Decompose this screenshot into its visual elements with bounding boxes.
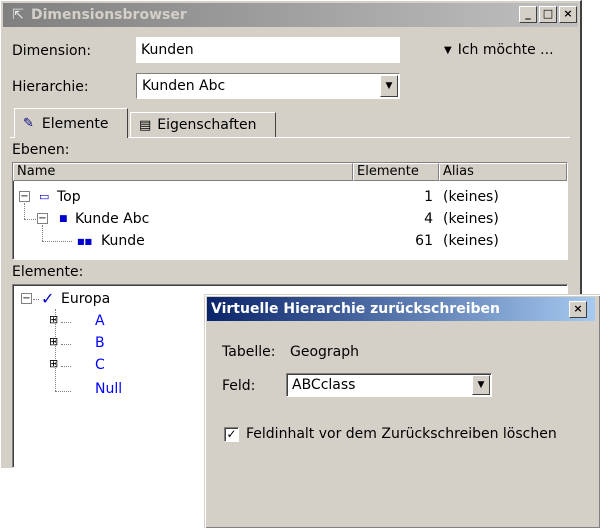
main-window-title: Dimensionsbrowser xyxy=(31,7,187,23)
collapse-icon[interactable]: − xyxy=(21,293,32,304)
expand-icon[interactable]: ⊞ xyxy=(49,335,58,348)
column-header-alias[interactable]: Alias xyxy=(439,163,567,181)
dialog-title-bar[interactable]: Virtuelle Hierarchie zurückschreiben × xyxy=(207,297,595,321)
close-button[interactable]: × xyxy=(559,6,577,23)
ich-moechte-menu[interactable]: ▼ Ich möchte ... xyxy=(444,42,554,58)
main-title-bar[interactable]: ⇱ Dimensionsbrowser _ □ × xyxy=(3,3,578,27)
level-kunde-abc-icon: ■ xyxy=(59,214,68,224)
tab-elemente-label: Elemente xyxy=(41,115,109,132)
dropdown-arrow-icon: ▼ xyxy=(444,44,452,56)
level-name: Kunde xyxy=(101,233,145,249)
tree-item-label: C xyxy=(95,357,105,373)
table-row[interactable]: − ■ Kunde Abc 4 (keines) xyxy=(13,203,567,231)
tab-eigenschaften[interactable]: ▤ Eigenschaften xyxy=(130,112,276,137)
column-header-elemente[interactable]: Elemente xyxy=(353,163,439,181)
level-kunde-icon: ■■ xyxy=(77,237,93,246)
elements-label: Elemente: xyxy=(12,264,84,280)
dimension-label: Dimension: xyxy=(12,43,92,59)
level-name: Kunde Abc xyxy=(75,211,150,227)
tab-eigenschaften-label: Eigenschaften xyxy=(157,117,257,133)
level-top-icon: ▭ xyxy=(39,190,50,203)
writeback-dialog xyxy=(204,294,600,528)
dimension-value: Kunden xyxy=(136,37,400,63)
level-name: Top xyxy=(57,189,81,205)
properties-icon: ▤ xyxy=(139,117,152,133)
table-row[interactable]: ■■ Kunde 61 (keines) xyxy=(13,225,567,253)
level-alias: (keines) xyxy=(443,189,499,205)
tree-item-label: A xyxy=(95,313,105,329)
levels-table[interactable]: Name Elemente Alias − ▭ Top 1 (keines) −… xyxy=(12,162,568,260)
column-header-name[interactable]: Name xyxy=(13,163,353,181)
field-dropdown-button[interactable]: ▼ xyxy=(472,375,490,395)
tree-item-label: B xyxy=(95,335,105,351)
pin-icon: ✎ xyxy=(23,116,34,131)
clear-field-checkbox[interactable]: ✓ xyxy=(224,426,239,442)
field-value: ABCclass xyxy=(292,377,356,393)
level-count: 61 xyxy=(415,233,433,249)
dialog-close-button[interactable]: × xyxy=(569,301,587,318)
collapse-icon[interactable]: − xyxy=(19,191,30,202)
expand-icon[interactable]: ⊞ xyxy=(49,357,58,370)
chevron-down-icon: ▼ xyxy=(385,81,393,91)
collapse-icon[interactable]: − xyxy=(37,213,48,224)
tree-item-europa[interactable]: − ✓ Europa xyxy=(21,289,221,311)
dialog-title: Virtuelle Hierarchie zurückschreiben xyxy=(211,301,500,317)
hierarchy-value: Kunden Abc xyxy=(142,78,226,94)
ich-moechte-label: Ich möchte ... xyxy=(457,42,554,58)
table-value: Geograph xyxy=(290,344,360,360)
level-count: 4 xyxy=(424,211,433,227)
tree-item-label: Europa xyxy=(61,291,111,307)
tree-item-c[interactable]: ⊞ C xyxy=(49,357,169,377)
table-row[interactable]: − ▭ Top 1 (keines) xyxy=(13,187,567,209)
minimize-button[interactable]: _ xyxy=(519,6,537,23)
table-label: Tabelle: xyxy=(222,344,276,360)
maximize-button[interactable]: □ xyxy=(539,6,557,23)
levels-label: Ebenen: xyxy=(12,142,70,158)
level-alias: (keines) xyxy=(443,233,499,249)
checkmark-icon: ✓ xyxy=(41,289,55,308)
field-label: Feld: xyxy=(222,378,256,394)
chevron-down-icon: ▼ xyxy=(477,380,485,390)
level-alias: (keines) xyxy=(443,211,499,227)
hierarchy-select[interactable]: Kunden Abc ▼ xyxy=(136,73,400,99)
tree-item-b[interactable]: ⊞ B xyxy=(49,335,169,355)
tab-elemente[interactable]: ✎ Elemente xyxy=(14,108,128,138)
tree-item-null[interactable]: Null xyxy=(49,379,169,399)
clear-field-checkbox-label: Feldinhalt vor dem Zurückschreiben lösch… xyxy=(246,426,557,442)
dimension-browser-icon: ⇱ xyxy=(12,7,24,23)
field-select[interactable]: ABCclass ▼ xyxy=(286,373,492,397)
hierarchy-label: Hierarchie: xyxy=(12,79,89,95)
expand-icon[interactable]: ⊞ xyxy=(49,313,58,326)
tree-item-label: Null xyxy=(95,381,123,397)
level-count: 1 xyxy=(424,189,433,205)
hierarchy-dropdown-button[interactable]: ▼ xyxy=(380,75,398,97)
clear-field-checkbox-row[interactable]: ✓ Feldinhalt vor dem Zurückschreiben lös… xyxy=(224,426,557,442)
tree-item-a[interactable]: ⊞ A xyxy=(49,313,169,333)
